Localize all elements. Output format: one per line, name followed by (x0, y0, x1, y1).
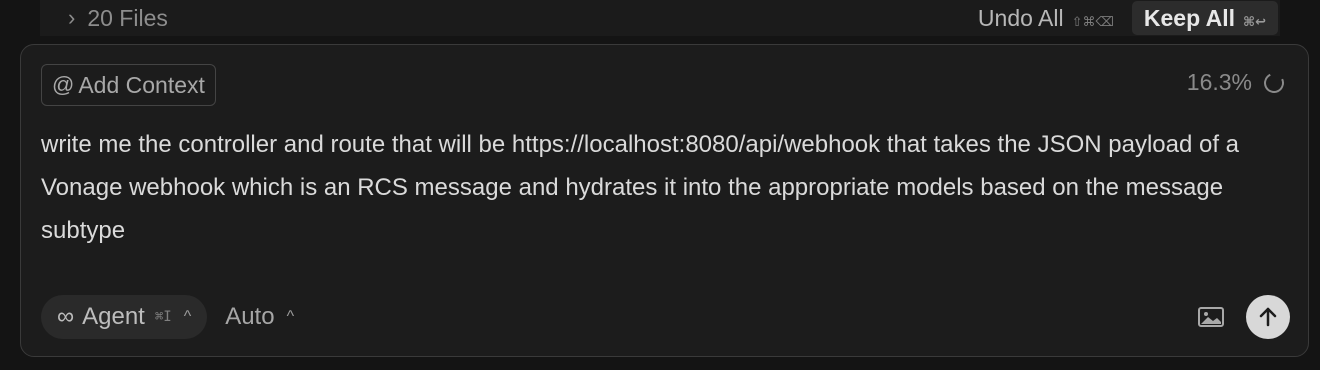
agent-shortcut: ⌘I (154, 309, 172, 325)
chevron-right-icon: › (68, 5, 76, 30)
composer-actions (1198, 295, 1290, 339)
undo-all-button[interactable]: Undo All ⇧⌘⌫ (978, 5, 1114, 32)
keep-all-button[interactable]: Keep All ⌘↩ (1131, 1, 1278, 35)
infinity-icon: ∞ (57, 303, 75, 330)
keep-all-label: Keep All (1143, 5, 1236, 31)
keep-all-shortcut: ⌘↩ (1243, 15, 1266, 30)
model-label: Auto (225, 303, 275, 330)
files-count-label: 20 Files (87, 4, 168, 31)
chevron-up-icon: ^ (286, 308, 295, 325)
progress-ring-icon (1261, 69, 1287, 96)
chevron-up-icon: ^ (183, 308, 192, 325)
undo-all-shortcut: ⇧⌘⌫ (1071, 14, 1114, 30)
files-toggle[interactable]: › 20 Files (68, 5, 168, 32)
image-icon[interactable] (1198, 306, 1224, 328)
add-context-button[interactable]: @ Add Context (41, 64, 216, 106)
model-selector[interactable]: Auto ^ (225, 303, 294, 331)
prompt-input[interactable]: write me the controller and route that w… (41, 123, 1281, 252)
context-usage-percent: 16.3% (1186, 69, 1252, 95)
send-button[interactable] (1246, 295, 1290, 339)
composer-toolbar: ∞ Agent ⌘I ^ Auto ^ (41, 295, 1290, 339)
files-bar: › 20 Files Undo All ⇧⌘⌫ Keep All ⌘↩ (40, 0, 1280, 36)
prompt-text: write me the controller and route that w… (41, 131, 1240, 244)
at-icon: @ (52, 72, 75, 97)
agent-label: Agent (82, 303, 145, 330)
chat-composer: @ Add Context 16.3% write me the control… (20, 44, 1309, 357)
context-usage: 16.3% (1186, 69, 1287, 96)
agent-mode-selector[interactable]: ∞ Agent ⌘I ^ (41, 295, 208, 339)
undo-all-label: Undo All (977, 4, 1064, 31)
files-actions: Undo All ⇧⌘⌫ Keep All ⌘↩ (978, 1, 1278, 35)
add-context-label: Add Context (78, 71, 205, 98)
arrow-up-icon (1259, 307, 1277, 327)
